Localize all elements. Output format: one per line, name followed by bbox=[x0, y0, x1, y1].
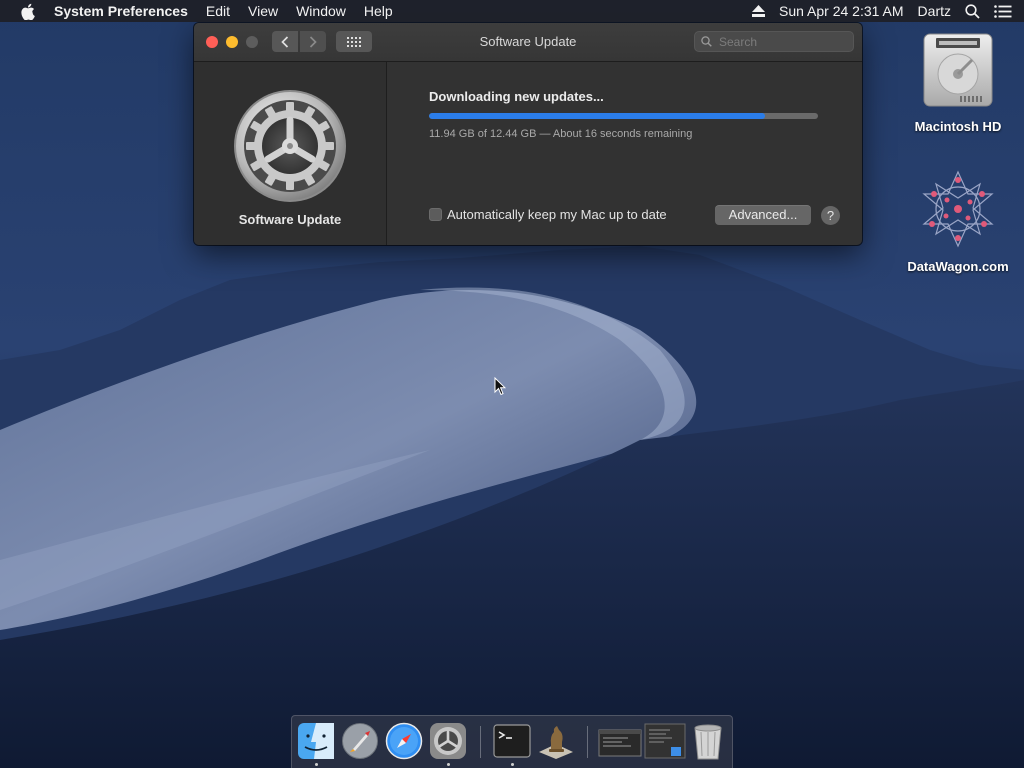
advanced-button[interactable]: Advanced... bbox=[715, 205, 811, 225]
document-thumbnail-icon[interactable] bbox=[644, 722, 686, 760]
close-button[interactable] bbox=[206, 36, 218, 48]
search-icon bbox=[701, 36, 712, 47]
dock-running-indicator bbox=[511, 763, 514, 766]
desktop-icon-macintosh-hd[interactable]: Macintosh HD bbox=[893, 30, 1023, 134]
dock bbox=[291, 715, 733, 768]
search-field[interactable] bbox=[694, 31, 854, 52]
hard-drive-icon bbox=[923, 33, 993, 107]
download-progress-bar bbox=[429, 113, 818, 119]
chevron-right-icon bbox=[309, 35, 317, 48]
menu-app-name[interactable]: System Preferences bbox=[54, 0, 197, 22]
dock-running-indicator bbox=[447, 763, 450, 766]
software-update-gear-icon bbox=[234, 90, 346, 202]
download-progress-detail: 11.94 GB of 12.44 GB — About 16 seconds … bbox=[429, 128, 693, 140]
network-star-icon bbox=[922, 170, 994, 248]
dock-separator bbox=[480, 726, 481, 758]
download-status-text: Downloading new updates... bbox=[429, 89, 604, 104]
search-input[interactable] bbox=[717, 33, 849, 50]
mouse-cursor-icon bbox=[494, 377, 506, 396]
window-titlebar[interactable]: Software Update bbox=[194, 23, 862, 62]
software-update-sidebar: Software Update bbox=[194, 62, 387, 245]
window-thumbnail-icon[interactable] bbox=[598, 722, 642, 760]
menu-bar: System Preferences Edit View Window Help… bbox=[0, 0, 1024, 22]
menu-edit[interactable]: Edit bbox=[197, 0, 239, 22]
window-title: Software Update bbox=[479, 34, 577, 49]
menu-help[interactable]: Help bbox=[355, 0, 402, 22]
desktop-icon-datawagon[interactable]: DataWagon.com bbox=[893, 168, 1023, 274]
system-preferences-icon[interactable] bbox=[429, 722, 467, 760]
navigation-buttons bbox=[272, 31, 326, 52]
download-progress-fill bbox=[429, 113, 766, 119]
show-all-button[interactable] bbox=[336, 31, 372, 52]
auto-update-checkbox[interactable] bbox=[429, 208, 442, 221]
forward-button[interactable] bbox=[300, 31, 326, 52]
menu-bar-clock[interactable]: Sun Apr 24 2:31 AM bbox=[779, 3, 904, 19]
eject-icon[interactable] bbox=[752, 0, 766, 22]
notification-center-icon[interactable] bbox=[994, 0, 1012, 22]
zoom-button[interactable] bbox=[246, 36, 258, 48]
dock-separator bbox=[587, 726, 588, 758]
safari-icon[interactable] bbox=[385, 722, 423, 760]
minimize-button[interactable] bbox=[226, 36, 238, 48]
apple-menu-icon[interactable] bbox=[20, 0, 36, 22]
launchpad-icon[interactable] bbox=[341, 722, 379, 760]
desktop-icon-label: DataWagon.com bbox=[907, 259, 1009, 274]
chess-icon[interactable] bbox=[537, 722, 575, 760]
software-update-window: Software Update Search Software Update D… bbox=[194, 23, 862, 245]
auto-update-label[interactable]: Automatically keep my Mac up to date bbox=[447, 207, 667, 222]
desktop-icon-label: Macintosh HD bbox=[914, 119, 1002, 134]
auto-update-row[interactable]: Automatically keep my Mac up to date bbox=[429, 207, 667, 222]
help-button[interactable]: ? bbox=[821, 206, 840, 225]
menu-window[interactable]: Window bbox=[287, 0, 355, 22]
menu-view[interactable]: View bbox=[239, 0, 287, 22]
spotlight-search-icon[interactable] bbox=[965, 0, 980, 22]
trash-icon[interactable] bbox=[689, 722, 727, 760]
grid-icon bbox=[347, 36, 361, 47]
menu-bar-status-area: Sun Apr 24 2:31 AM Dartz bbox=[738, 0, 1024, 22]
chevron-left-icon bbox=[281, 35, 289, 48]
dock-running-indicator bbox=[315, 763, 318, 766]
back-button[interactable] bbox=[272, 31, 298, 52]
pane-name-label: Software Update bbox=[238, 212, 342, 227]
update-content-pane: Downloading new updates... 11.94 GB of 1… bbox=[387, 62, 862, 245]
finder-icon[interactable] bbox=[297, 722, 335, 760]
terminal-icon[interactable] bbox=[493, 722, 531, 760]
menu-bar-user[interactable]: Dartz bbox=[918, 3, 951, 19]
